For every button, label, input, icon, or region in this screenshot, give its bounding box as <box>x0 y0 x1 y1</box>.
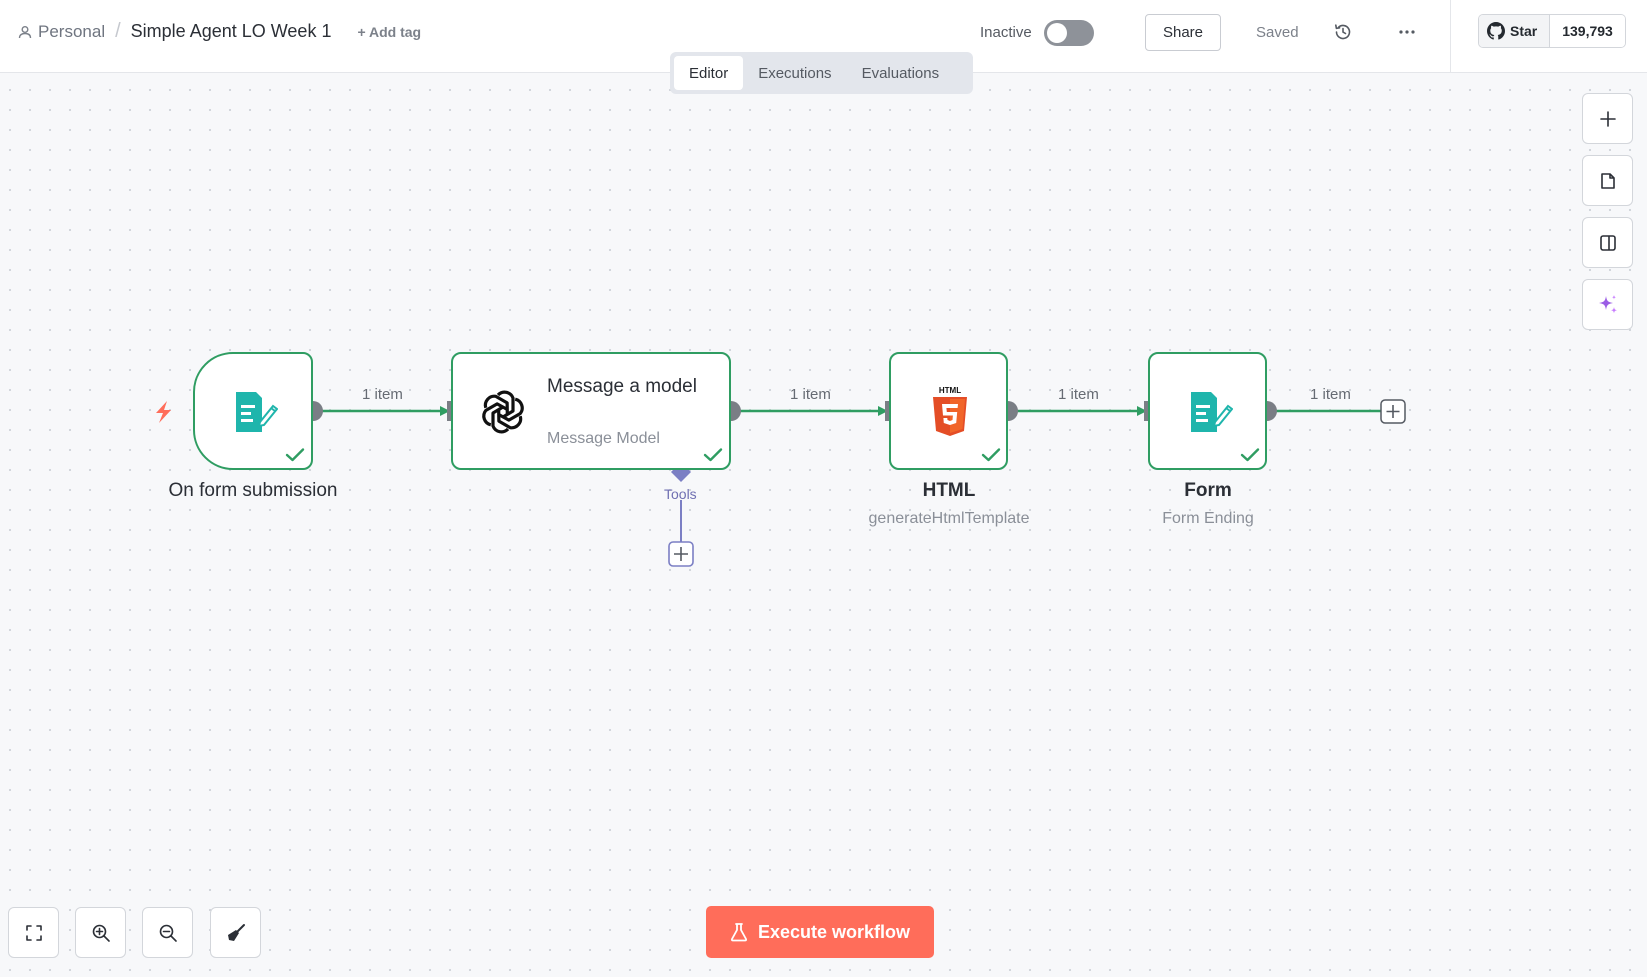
broom-icon <box>227 923 245 941</box>
zoom-out-icon <box>159 924 177 942</box>
add-node-button[interactable] <box>1582 93 1633 144</box>
node-subtitle-message-model: Message Model <box>547 430 660 447</box>
form-icon <box>1191 392 1233 432</box>
openai-icon <box>482 390 524 434</box>
node-form[interactable] <box>1148 352 1267 470</box>
fit-view-button[interactable] <box>8 907 59 958</box>
edge-label-3: 1 item <box>1058 386 1099 403</box>
ai-assistant-button[interactable] <box>1582 279 1633 330</box>
add-tool-button[interactable] <box>668 541 694 567</box>
node-subtitle-form-ending: Form Ending <box>1162 510 1254 527</box>
trigger-bolt-icon <box>156 401 171 423</box>
flask-icon <box>730 923 747 942</box>
tidy-up-button[interactable] <box>210 907 261 958</box>
form-icon <box>236 392 278 432</box>
node-on-form-submission[interactable] <box>193 352 313 470</box>
tools-connector-label: Tools <box>664 486 697 502</box>
success-check-icon <box>981 448 1001 462</box>
add-sticky-note-button[interactable] <box>1582 155 1633 206</box>
fit-view-icon <box>25 924 42 941</box>
panel-icon <box>1599 234 1616 251</box>
success-check-icon <box>1240 448 1260 462</box>
node-message-a-model[interactable]: Message a model Message Model <box>451 352 731 470</box>
node-title-form: Form <box>1184 480 1232 501</box>
execute-workflow-label: Execute workflow <box>757 921 911 942</box>
node-subtitle-generate-html-template: generateHtmlTemplate <box>868 510 1030 527</box>
zoom-out-button[interactable] <box>142 907 193 958</box>
plus-icon <box>1599 110 1616 127</box>
toggle-side-panel-button[interactable] <box>1582 217 1633 268</box>
node-title-html: HTML <box>922 480 976 501</box>
node-title-on-form-submission: On form submission <box>168 480 338 501</box>
zoom-in-icon <box>92 924 110 942</box>
svg-text:HTML: HTML <box>939 386 961 395</box>
success-check-icon <box>703 448 723 462</box>
edge-label-1: 1 item <box>362 386 403 403</box>
html5-icon: HTML <box>933 386 967 436</box>
edge-label-4: 1 item <box>1310 386 1351 403</box>
zoom-in-button[interactable] <box>75 907 126 958</box>
node-html[interactable]: HTML <box>889 352 1008 470</box>
node-title-message-a-model: Message a model <box>547 376 697 397</box>
sparkles-icon <box>1598 294 1617 313</box>
sticky-note-icon <box>1600 172 1615 189</box>
execute-workflow-button[interactable]: Execute workflow <box>706 906 934 958</box>
success-check-icon <box>285 448 305 462</box>
add-next-node-button[interactable] <box>1380 399 1406 424</box>
edge-label-2: 1 item <box>790 386 831 403</box>
